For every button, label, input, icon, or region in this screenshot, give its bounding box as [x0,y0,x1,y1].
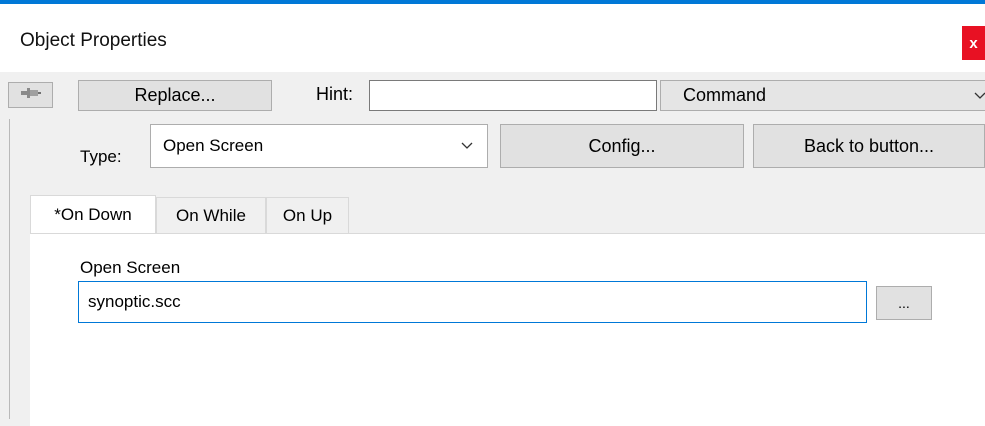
tab-on-while[interactable]: On While [156,197,266,233]
pin-button[interactable] [8,82,53,108]
command-select[interactable]: Command [660,80,985,111]
browse-button[interactable]: ... [876,286,932,320]
window-top-border [0,0,985,4]
window-title: Object Properties [20,30,167,51]
config-button[interactable]: Config... [500,124,744,168]
replace-button[interactable]: Replace... [78,80,272,111]
back-to-button[interactable]: Back to button... [753,124,985,168]
type-label: Type: [80,147,122,166]
panel-left-border [9,119,10,419]
chevron-down-icon [966,92,985,100]
command-select-value: Command [683,85,767,105]
open-screen-label: Open Screen [80,258,181,277]
type-select[interactable]: Open Screen [150,124,488,168]
hint-label: Hint: [316,84,354,104]
chevron-down-icon [447,142,487,150]
close-button[interactable]: x [962,26,985,60]
tab-on-down[interactable]: *On Down [30,195,156,233]
hint-input[interactable] [369,80,657,111]
type-select-value: Open Screen [163,136,264,155]
pushpin-icon [20,85,42,105]
tab-strip-line [30,233,985,234]
tab-on-up[interactable]: On Up [266,197,349,233]
open-screen-input[interactable] [78,281,867,323]
